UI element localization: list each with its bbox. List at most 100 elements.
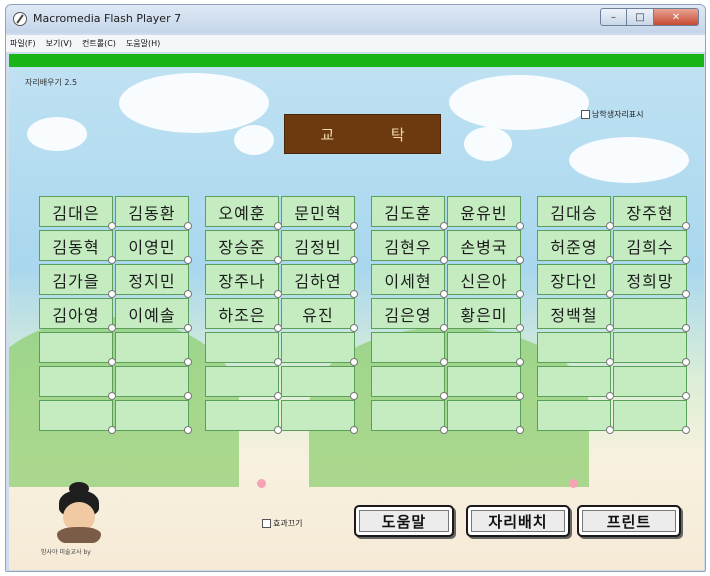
- seat[interactable]: [537, 366, 614, 400]
- seat[interactable]: [371, 332, 448, 366]
- seat-handle-icon[interactable]: [516, 256, 524, 264]
- close-button[interactable]: ✕: [654, 8, 699, 26]
- seat-handle-icon[interactable]: [516, 392, 524, 400]
- seat-handle-icon[interactable]: [350, 324, 358, 332]
- seat[interactable]: 장다인: [537, 264, 614, 298]
- seat-handle-icon[interactable]: [350, 222, 358, 230]
- seat[interactable]: [205, 332, 282, 366]
- seat[interactable]: 김정빈: [281, 230, 358, 264]
- menu-file[interactable]: 파일(F): [10, 38, 36, 49]
- seat[interactable]: [537, 400, 614, 434]
- male-seat-toggle[interactable]: 남학생자리표시: [581, 109, 644, 120]
- teacher-avatar: [49, 482, 109, 546]
- seat[interactable]: 장승준: [205, 230, 282, 264]
- seat[interactable]: [613, 400, 690, 434]
- menu-view[interactable]: 보기(V): [46, 38, 72, 49]
- seat-handle-icon[interactable]: [682, 222, 690, 230]
- male-seat-checkbox[interactable]: [581, 110, 590, 119]
- seat[interactable]: 오예훈: [205, 196, 282, 230]
- seat[interactable]: 정희망: [613, 264, 690, 298]
- seat[interactable]: 김도훈: [371, 196, 448, 230]
- effect-off-toggle[interactable]: 효과끄기: [262, 518, 302, 529]
- menu-control[interactable]: 컨트롤(C): [82, 38, 116, 49]
- seat[interactable]: 유진: [281, 298, 358, 332]
- seat[interactable]: [537, 332, 614, 366]
- seat[interactable]: 김대은: [39, 196, 116, 230]
- seat-handle-icon[interactable]: [350, 426, 358, 434]
- seat[interactable]: [281, 400, 358, 434]
- seat[interactable]: 정백철: [537, 298, 614, 332]
- seat[interactable]: 김아영: [39, 298, 116, 332]
- seat-handle-icon[interactable]: [184, 392, 192, 400]
- seat[interactable]: 김동혁: [39, 230, 116, 264]
- help-button[interactable]: 도움말: [354, 505, 454, 537]
- seat-handle-icon[interactable]: [184, 222, 192, 230]
- seat[interactable]: [39, 332, 116, 366]
- seat[interactable]: [281, 366, 358, 400]
- seat-handle-icon[interactable]: [516, 290, 524, 298]
- seat-handle-icon[interactable]: [682, 324, 690, 332]
- seat[interactable]: 김희수: [613, 230, 690, 264]
- seat-handle-icon[interactable]: [682, 392, 690, 400]
- seat[interactable]: 신은아: [447, 264, 524, 298]
- seat[interactable]: [115, 366, 192, 400]
- seat[interactable]: [115, 400, 192, 434]
- seat-handle-icon[interactable]: [516, 324, 524, 332]
- seat-handle-icon[interactable]: [350, 290, 358, 298]
- seat[interactable]: [115, 332, 192, 366]
- seat[interactable]: [371, 400, 448, 434]
- seat[interactable]: 하조은: [205, 298, 282, 332]
- seat[interactable]: [205, 366, 282, 400]
- maximize-button[interactable]: □: [627, 8, 654, 26]
- seat[interactable]: [613, 298, 690, 332]
- seat[interactable]: 손병국: [447, 230, 524, 264]
- title-bar[interactable]: Macromedia Flash Player 7 – □ ✕: [6, 5, 705, 33]
- seat[interactable]: 김현우: [371, 230, 448, 264]
- seat[interactable]: [447, 366, 524, 400]
- seat[interactable]: [447, 332, 524, 366]
- seat[interactable]: [613, 332, 690, 366]
- seat-handle-icon[interactable]: [682, 290, 690, 298]
- seat[interactable]: [613, 366, 690, 400]
- seat-handle-icon[interactable]: [682, 358, 690, 366]
- menu-help[interactable]: 도움말(H): [126, 38, 160, 49]
- seat[interactable]: [39, 400, 116, 434]
- seat-handle-icon[interactable]: [184, 256, 192, 264]
- arrange-seats-button[interactable]: 자리배치: [466, 505, 570, 537]
- seat[interactable]: 이영민: [115, 230, 192, 264]
- seat-handle-icon[interactable]: [682, 426, 690, 434]
- seat[interactable]: 김하연: [281, 264, 358, 298]
- seat-handle-icon[interactable]: [516, 426, 524, 434]
- seat-handle-icon[interactable]: [516, 358, 524, 366]
- seat[interactable]: 문민혁: [281, 196, 358, 230]
- seat[interactable]: [447, 400, 524, 434]
- seat[interactable]: 정지민: [115, 264, 192, 298]
- seat[interactable]: 김대승: [537, 196, 614, 230]
- seat-handle-icon[interactable]: [184, 324, 192, 332]
- minimize-button[interactable]: –: [600, 8, 627, 26]
- seat-handle-icon[interactable]: [184, 358, 192, 366]
- seat-handle-icon[interactable]: [184, 426, 192, 434]
- seat-handle-icon[interactable]: [682, 256, 690, 264]
- seat-handle-icon[interactable]: [350, 358, 358, 366]
- seat[interactable]: 김은영: [371, 298, 448, 332]
- seat[interactable]: 윤유빈: [447, 196, 524, 230]
- seat[interactable]: 장주나: [205, 264, 282, 298]
- seat[interactable]: 장주현: [613, 196, 690, 230]
- seat[interactable]: 김동환: [115, 196, 192, 230]
- seat[interactable]: 김가을: [39, 264, 116, 298]
- print-button[interactable]: 프린트: [577, 505, 681, 537]
- seat-handle-icon[interactable]: [516, 222, 524, 230]
- seat[interactable]: [281, 332, 358, 366]
- seat[interactable]: 이세현: [371, 264, 448, 298]
- seat[interactable]: [205, 400, 282, 434]
- seat-handle-icon[interactable]: [184, 290, 192, 298]
- seat-handle-icon[interactable]: [350, 392, 358, 400]
- effect-off-checkbox[interactable]: [262, 519, 271, 528]
- seat[interactable]: [371, 366, 448, 400]
- seat[interactable]: 황은미: [447, 298, 524, 332]
- seat-handle-icon[interactable]: [350, 256, 358, 264]
- seat[interactable]: [39, 366, 116, 400]
- seat[interactable]: 이예솔: [115, 298, 192, 332]
- seat[interactable]: 허준영: [537, 230, 614, 264]
